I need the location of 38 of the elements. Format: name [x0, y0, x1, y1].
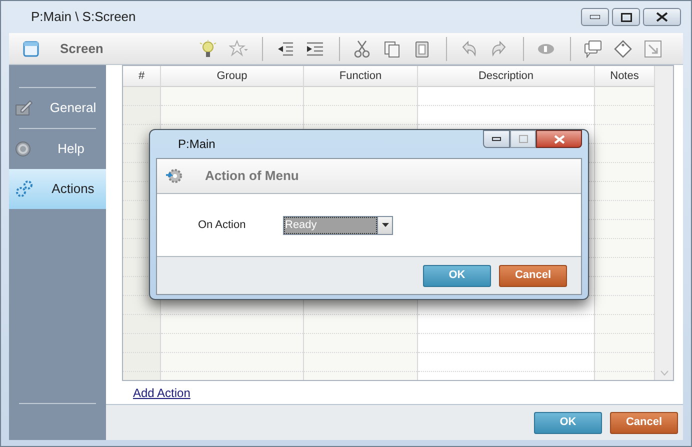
column-header[interactable]: Function	[304, 66, 417, 87]
tag-icon	[614, 40, 634, 58]
close-icon	[656, 12, 668, 22]
outdent-icon	[276, 40, 296, 58]
toolbar-title: Screen	[60, 40, 104, 58]
maximize-icon	[620, 12, 632, 22]
export-icon	[644, 40, 664, 58]
maximize-button[interactable]	[612, 8, 640, 26]
add-action-link[interactable]: Add Action	[133, 384, 190, 402]
minimize-button[interactable]	[483, 130, 510, 148]
comments-icon	[584, 40, 604, 58]
close-button[interactable]	[536, 130, 582, 148]
column-header[interactable]: Description	[418, 66, 594, 87]
star-icon	[229, 40, 249, 58]
column-header[interactable]: #	[123, 66, 160, 87]
maximize-icon	[518, 135, 528, 143]
chevron-down-icon	[660, 370, 668, 376]
minimize-button[interactable]	[581, 8, 609, 26]
minimize-icon	[492, 137, 501, 141]
indent-icon	[306, 40, 326, 58]
lightbulb-icon	[199, 40, 219, 58]
gear-icon	[165, 167, 183, 185]
column-header[interactable]: Group	[161, 66, 303, 87]
close-button[interactable]	[643, 8, 681, 26]
scrollbar[interactable]	[655, 66, 673, 380]
dialog-heading: Action of Menu	[205, 167, 299, 186]
gears-icon	[15, 180, 33, 198]
field-label: On Action	[198, 218, 247, 233]
edit-icon	[15, 100, 33, 116]
minimize-icon	[590, 15, 600, 19]
window-title: P:Main \ S:Screen	[31, 8, 136, 26]
help-icon	[15, 141, 31, 157]
sidebar-item[interactable]: Actions	[9, 169, 106, 209]
close-icon	[554, 134, 564, 144]
caret-icon	[382, 223, 388, 227]
column-header[interactable]: Notes	[595, 66, 654, 87]
window-icon	[23, 40, 39, 56]
dialog-title: P:Main	[178, 136, 216, 153]
